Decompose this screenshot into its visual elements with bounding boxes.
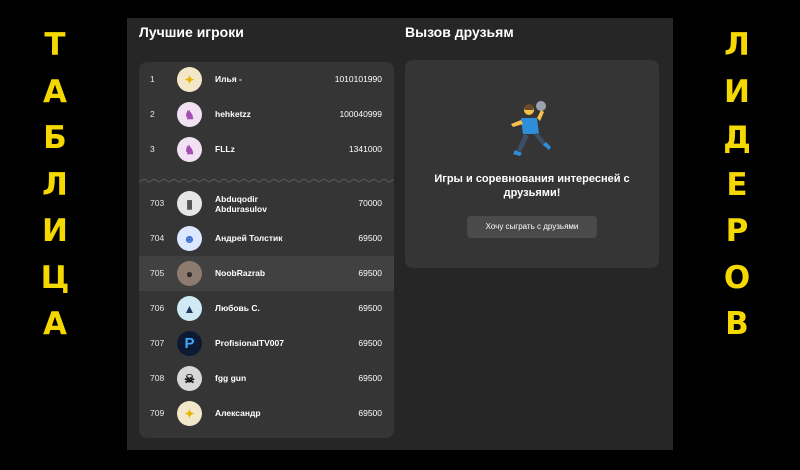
leaderboard-row-current[interactable]: 705 ● NoobRazrab 69500 — [139, 256, 394, 291]
decor-title-left: Т А Б Л И Ц А — [33, 22, 77, 348]
player-name: ProfisionalTV007 — [215, 338, 284, 348]
leaderboard-row[interactable]: 709 ✦ Александр 69500 — [139, 396, 394, 431]
user-photo-icon: ● — [177, 261, 202, 286]
leaderboard-row[interactable]: 1 ✦ Илья - 1010101990 — [139, 62, 394, 97]
building-icon: ▮ — [177, 191, 202, 216]
score: 70000 — [358, 198, 382, 208]
rank: 2 — [150, 109, 155, 119]
rank: 3 — [150, 144, 155, 154]
leaderboard-row[interactable]: 2 ♞ hehketzz 100040999 — [139, 97, 394, 132]
decor-letter: Л — [724, 27, 750, 63]
sparkle-icon: ✦ — [177, 401, 202, 426]
leaderboard-title: Лучшие игроки — [139, 24, 244, 40]
friends-challenge-message: Игры и соревнования интересней с друзьям… — [434, 173, 630, 199]
score: 1010101990 — [334, 74, 382, 84]
person-playing-handball-icon — [511, 101, 551, 156]
rank: 705 — [150, 268, 165, 278]
graduation-cap-icon: ▲ — [177, 296, 202, 321]
score: 69500 — [358, 408, 382, 418]
player-name: FLLz — [215, 144, 235, 154]
score: 69500 — [358, 373, 382, 383]
decor-letter: И — [42, 213, 68, 249]
decor-letter: Р — [725, 213, 749, 249]
leaderboard-row[interactable]: 706 ▲ Любовь С. 69500 — [139, 291, 394, 326]
leaderboard-panel: Лучшие игроки Вызов друзьям 1 ✦ Илья - 1… — [127, 18, 673, 450]
robot-icon: ☻ — [177, 226, 202, 251]
rank: 703 — [150, 198, 165, 208]
decor-letter: Е — [726, 166, 748, 203]
player-name: Андрей Толстик — [215, 233, 283, 243]
skull-icon: ☠ — [177, 366, 202, 391]
rank: 1 — [150, 74, 155, 84]
leaderboard-row[interactable]: 3 ♞ FLLz 1341000 — [139, 132, 394, 167]
decor-letter: Л — [42, 166, 68, 203]
score: 1341000 — [348, 144, 382, 154]
player-name: fgg gun — [215, 373, 247, 383]
rank: 708 — [150, 373, 165, 383]
leaderboard-list: 1 ✦ Илья - 1010101990 2 ♞ hehketzz 10004… — [139, 62, 394, 438]
decor-letter: Б — [43, 120, 67, 156]
friends-challenge-title: Вызов друзьям — [405, 24, 514, 40]
decor-title-right: Л И Д Е Р О В — [715, 22, 759, 348]
decor-letter: О — [723, 259, 751, 296]
friends-challenge-card: Игры и соревнования интересней с друзьям… — [405, 60, 659, 268]
leaderboard-row[interactable]: 707 P ProfisionalTV007 69500 — [139, 326, 394, 361]
score: 100040999 — [339, 109, 382, 119]
unicorn-icon: ♞ — [177, 137, 202, 162]
leaderboard-row[interactable]: 703 ▮ Abduqodir Abdurasulov 70000 — [139, 186, 394, 221]
leaderboard-row[interactable]: 708 ☠ fgg gun 69500 — [139, 361, 394, 396]
rank: 704 — [150, 233, 165, 243]
decor-letter: В — [725, 306, 749, 342]
rank: 706 — [150, 303, 165, 313]
decor-letter: А — [43, 306, 67, 342]
player-name: hehketzz — [215, 109, 251, 119]
decor-letter: Ц — [40, 259, 70, 296]
score: 69500 — [358, 303, 382, 313]
sparkle-icon: ✦ — [177, 67, 202, 92]
score: 69500 — [358, 338, 382, 348]
player-name: Abduqodir Abdurasulov — [215, 194, 267, 214]
player-name: Любовь С. — [215, 303, 260, 313]
decor-letter: Д — [723, 120, 751, 156]
play-with-friends-button[interactable]: Хочу сыграть с друзьями — [467, 216, 597, 238]
player-name: Александр — [215, 408, 261, 418]
decor-letter: А — [43, 73, 67, 110]
player-name: NoobRazrab — [215, 268, 266, 278]
list-gap-separator — [139, 178, 394, 183]
decor-letter: И — [724, 73, 750, 110]
rank: 707 — [150, 338, 165, 348]
score: 69500 — [358, 233, 382, 243]
rank: 709 — [150, 408, 165, 418]
letter-p-icon: P — [177, 331, 202, 356]
unicorn-icon: ♞ — [177, 102, 202, 127]
decor-letter: Т — [44, 27, 66, 63]
score: 69500 — [358, 268, 382, 278]
leaderboard-row[interactable]: 704 ☻ Андрей Толстик 69500 — [139, 221, 394, 256]
player-name: Илья - — [215, 74, 242, 84]
